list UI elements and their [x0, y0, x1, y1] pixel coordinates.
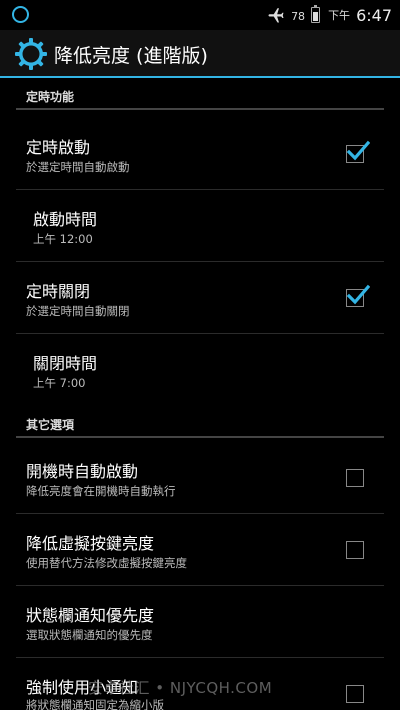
battery-fill — [313, 12, 319, 21]
timed-stop-checkbox[interactable] — [346, 284, 370, 307]
pref-title: 關閉時間 — [33, 354, 98, 373]
pref-summary: 降低亮度會在開機時自動執行 — [26, 484, 176, 498]
dim-soft-keys-checkbox[interactable] — [346, 541, 364, 559]
watermark: 安卓社汇 • NJYCQH.COM — [88, 679, 273, 697]
airplane-mode-icon — [268, 8, 284, 23]
pref-title: 定時啟動 — [26, 138, 91, 157]
pref-title: 啟動時間 — [33, 210, 98, 229]
checkmark-icon — [346, 284, 370, 305]
pref-auto-start-boot[interactable]: 開機時自動啟動 降低亮度會在開機時自動執行 — [16, 442, 384, 514]
pref-stop-time[interactable]: 關閉時間 上午 7:00 — [16, 334, 384, 406]
checkmark-icon — [346, 140, 370, 161]
battery-level-text: 78 — [291, 9, 306, 23]
pref-summary: 於選定時間自動啟動 — [26, 160, 130, 174]
pref-dim-soft-keys[interactable]: 降低虛擬按鍵亮度 使用替代方法修改虛擬按鍵亮度 — [16, 514, 384, 586]
pref-summary: 選取狀態欄通知的優先度 — [26, 628, 153, 642]
clock-time: 6:47 — [356, 5, 392, 25]
pref-summary: 將狀態欄通知固定為縮小版 — [26, 698, 164, 710]
pref-notification-priority[interactable]: 狀態欄通知優先度 選取狀態欄通知的優先度 — [16, 586, 384, 658]
pref-summary: 使用替代方法修改虛擬按鍵亮度 — [26, 556, 187, 570]
gear-icon[interactable] — [14, 37, 48, 71]
force-small-notification-checkbox[interactable] — [346, 685, 364, 703]
page-title: 降低亮度 (進階版) — [54, 45, 208, 67]
pref-start-time[interactable]: 啟動時間 上午 12:00 — [16, 190, 384, 262]
pref-title: 開機時自動啟動 — [26, 462, 139, 481]
timed-start-checkbox[interactable] — [346, 140, 370, 163]
clock-ampm: 下午 — [328, 9, 351, 22]
category-header-label: 定時功能 — [26, 90, 75, 104]
pref-summary: 上午 12:00 — [33, 232, 93, 246]
preferences-list[interactable]: 定時功能 定時啟動 於選定時間自動啟動 啟動時間 上午 12:00 定時關閉 於… — [0, 80, 400, 710]
pref-title: 降低虛擬按鍵亮度 — [26, 534, 155, 553]
category-header-timer: 定時功能 — [16, 80, 384, 110]
pref-title: 定時關閉 — [26, 282, 91, 301]
battery-icon — [311, 5, 321, 23]
pref-timed-stop[interactable]: 定時關閉 於選定時間自動關閉 — [16, 262, 384, 334]
status-bar: 78 下午 6:47 — [0, 0, 400, 30]
action-bar: 降低亮度 (進階版) — [0, 30, 400, 78]
pref-summary: 上午 7:00 — [33, 376, 86, 390]
category-header-other: 其它選項 — [16, 408, 384, 438]
pref-timed-start[interactable]: 定時啟動 於選定時間自動啟動 — [16, 118, 384, 190]
category-header-label: 其它選項 — [26, 418, 75, 432]
notification-ring-icon — [12, 6, 29, 23]
pref-summary: 於選定時間自動關閉 — [26, 304, 130, 318]
auto-start-boot-checkbox[interactable] — [346, 469, 364, 487]
pref-title: 狀態欄通知優先度 — [26, 606, 155, 625]
status-bar-right: 78 下午 6:47 — [267, 4, 392, 26]
